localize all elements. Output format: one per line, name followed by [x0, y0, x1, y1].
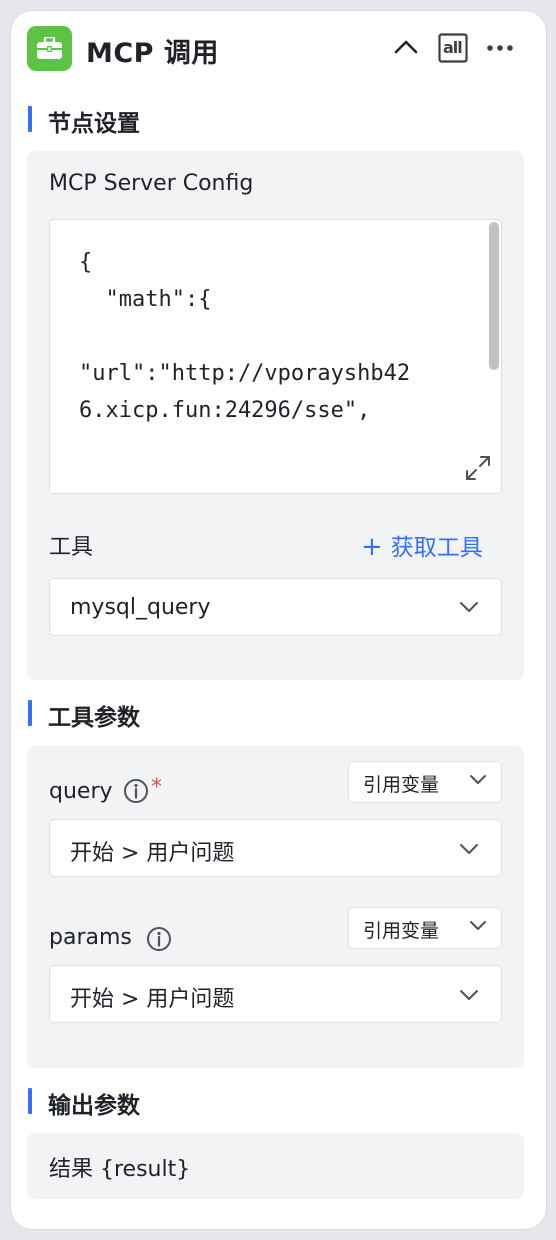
chevron-down-icon: [470, 775, 486, 784]
param-mode-value: 引用变量: [363, 920, 440, 942]
code-line: "math":{: [79, 287, 212, 312]
chevron-down-icon: [460, 844, 478, 854]
tools-label: 工具: [49, 535, 94, 560]
param-value: 开始 > 用户问题: [70, 841, 235, 866]
node-header: MCP 调用 all: [11, 11, 546, 91]
code-line: "url":"http://vporayshb42: [79, 361, 411, 386]
chevron-down-icon: [460, 990, 478, 1000]
chevron-down-icon: [470, 921, 486, 930]
mcp-config-editor[interactable]: { "math":{ "url":"http://vporayshb42 6.x…: [49, 219, 502, 494]
node-settings-panel: MCP Server Config { "math":{ "url":"http…: [27, 151, 524, 680]
param-value-select[interactable]: 开始 > 用户问题: [49, 819, 502, 877]
mcp-node-card: MCP 调用 all 节点设置 MCP Server Config {"mat…: [10, 10, 547, 1230]
tool-params-panel: query * 引用变量 开始 > 用户问题 params 引用变量 开始 > …: [27, 746, 524, 1068]
output-params-panel: 结果 {result}: [27, 1133, 524, 1199]
code-line: {: [79, 250, 93, 275]
section-accent-bar: [28, 1088, 32, 1114]
param-value-select[interactable]: 开始 > 用户问题: [49, 965, 502, 1023]
param-name-query: query: [49, 779, 113, 804]
plus-icon: +: [361, 532, 383, 562]
required-marker: *: [151, 775, 162, 800]
output-result: 结果 {result}: [49, 1157, 191, 1182]
tool-select[interactable]: mysql_query: [49, 578, 502, 636]
param-mode-value: 引用变量: [363, 774, 440, 796]
all-label: all: [443, 38, 463, 57]
section-title: 工具参数: [48, 705, 140, 731]
all-button[interactable]: all: [438, 33, 468, 63]
param-value: 开始 > 用户问题: [70, 987, 235, 1012]
code-line: 6.xicp.fun:24296/sse",: [79, 398, 371, 423]
fetch-tools-label: 获取工具: [390, 535, 483, 561]
param-name-params: params: [49, 925, 132, 950]
section-title: 节点设置: [48, 111, 140, 137]
section-title: 输出参数: [48, 1093, 140, 1119]
section-accent-bar: [28, 700, 32, 726]
mcp-config-label: MCP Server Config: [49, 171, 254, 196]
param-mode-select[interactable]: 引用变量: [348, 907, 502, 949]
info-icon[interactable]: [146, 926, 172, 952]
node-title: MCP 调用: [86, 38, 219, 69]
fetch-tools-button[interactable]: + 获取工具: [361, 528, 483, 562]
editor-scrollbar-thumb[interactable]: [489, 222, 499, 370]
more-icon[interactable]: [485, 33, 515, 63]
section-accent-bar: [28, 106, 32, 132]
chevron-up-icon[interactable]: [391, 33, 421, 63]
expand-icon[interactable]: [465, 455, 491, 481]
param-mode-select[interactable]: 引用变量: [348, 761, 502, 803]
toolbox-icon: [27, 26, 72, 71]
tool-select-value: mysql_query: [70, 595, 211, 620]
chevron-down-icon: [460, 602, 478, 612]
info-icon[interactable]: [123, 778, 149, 804]
